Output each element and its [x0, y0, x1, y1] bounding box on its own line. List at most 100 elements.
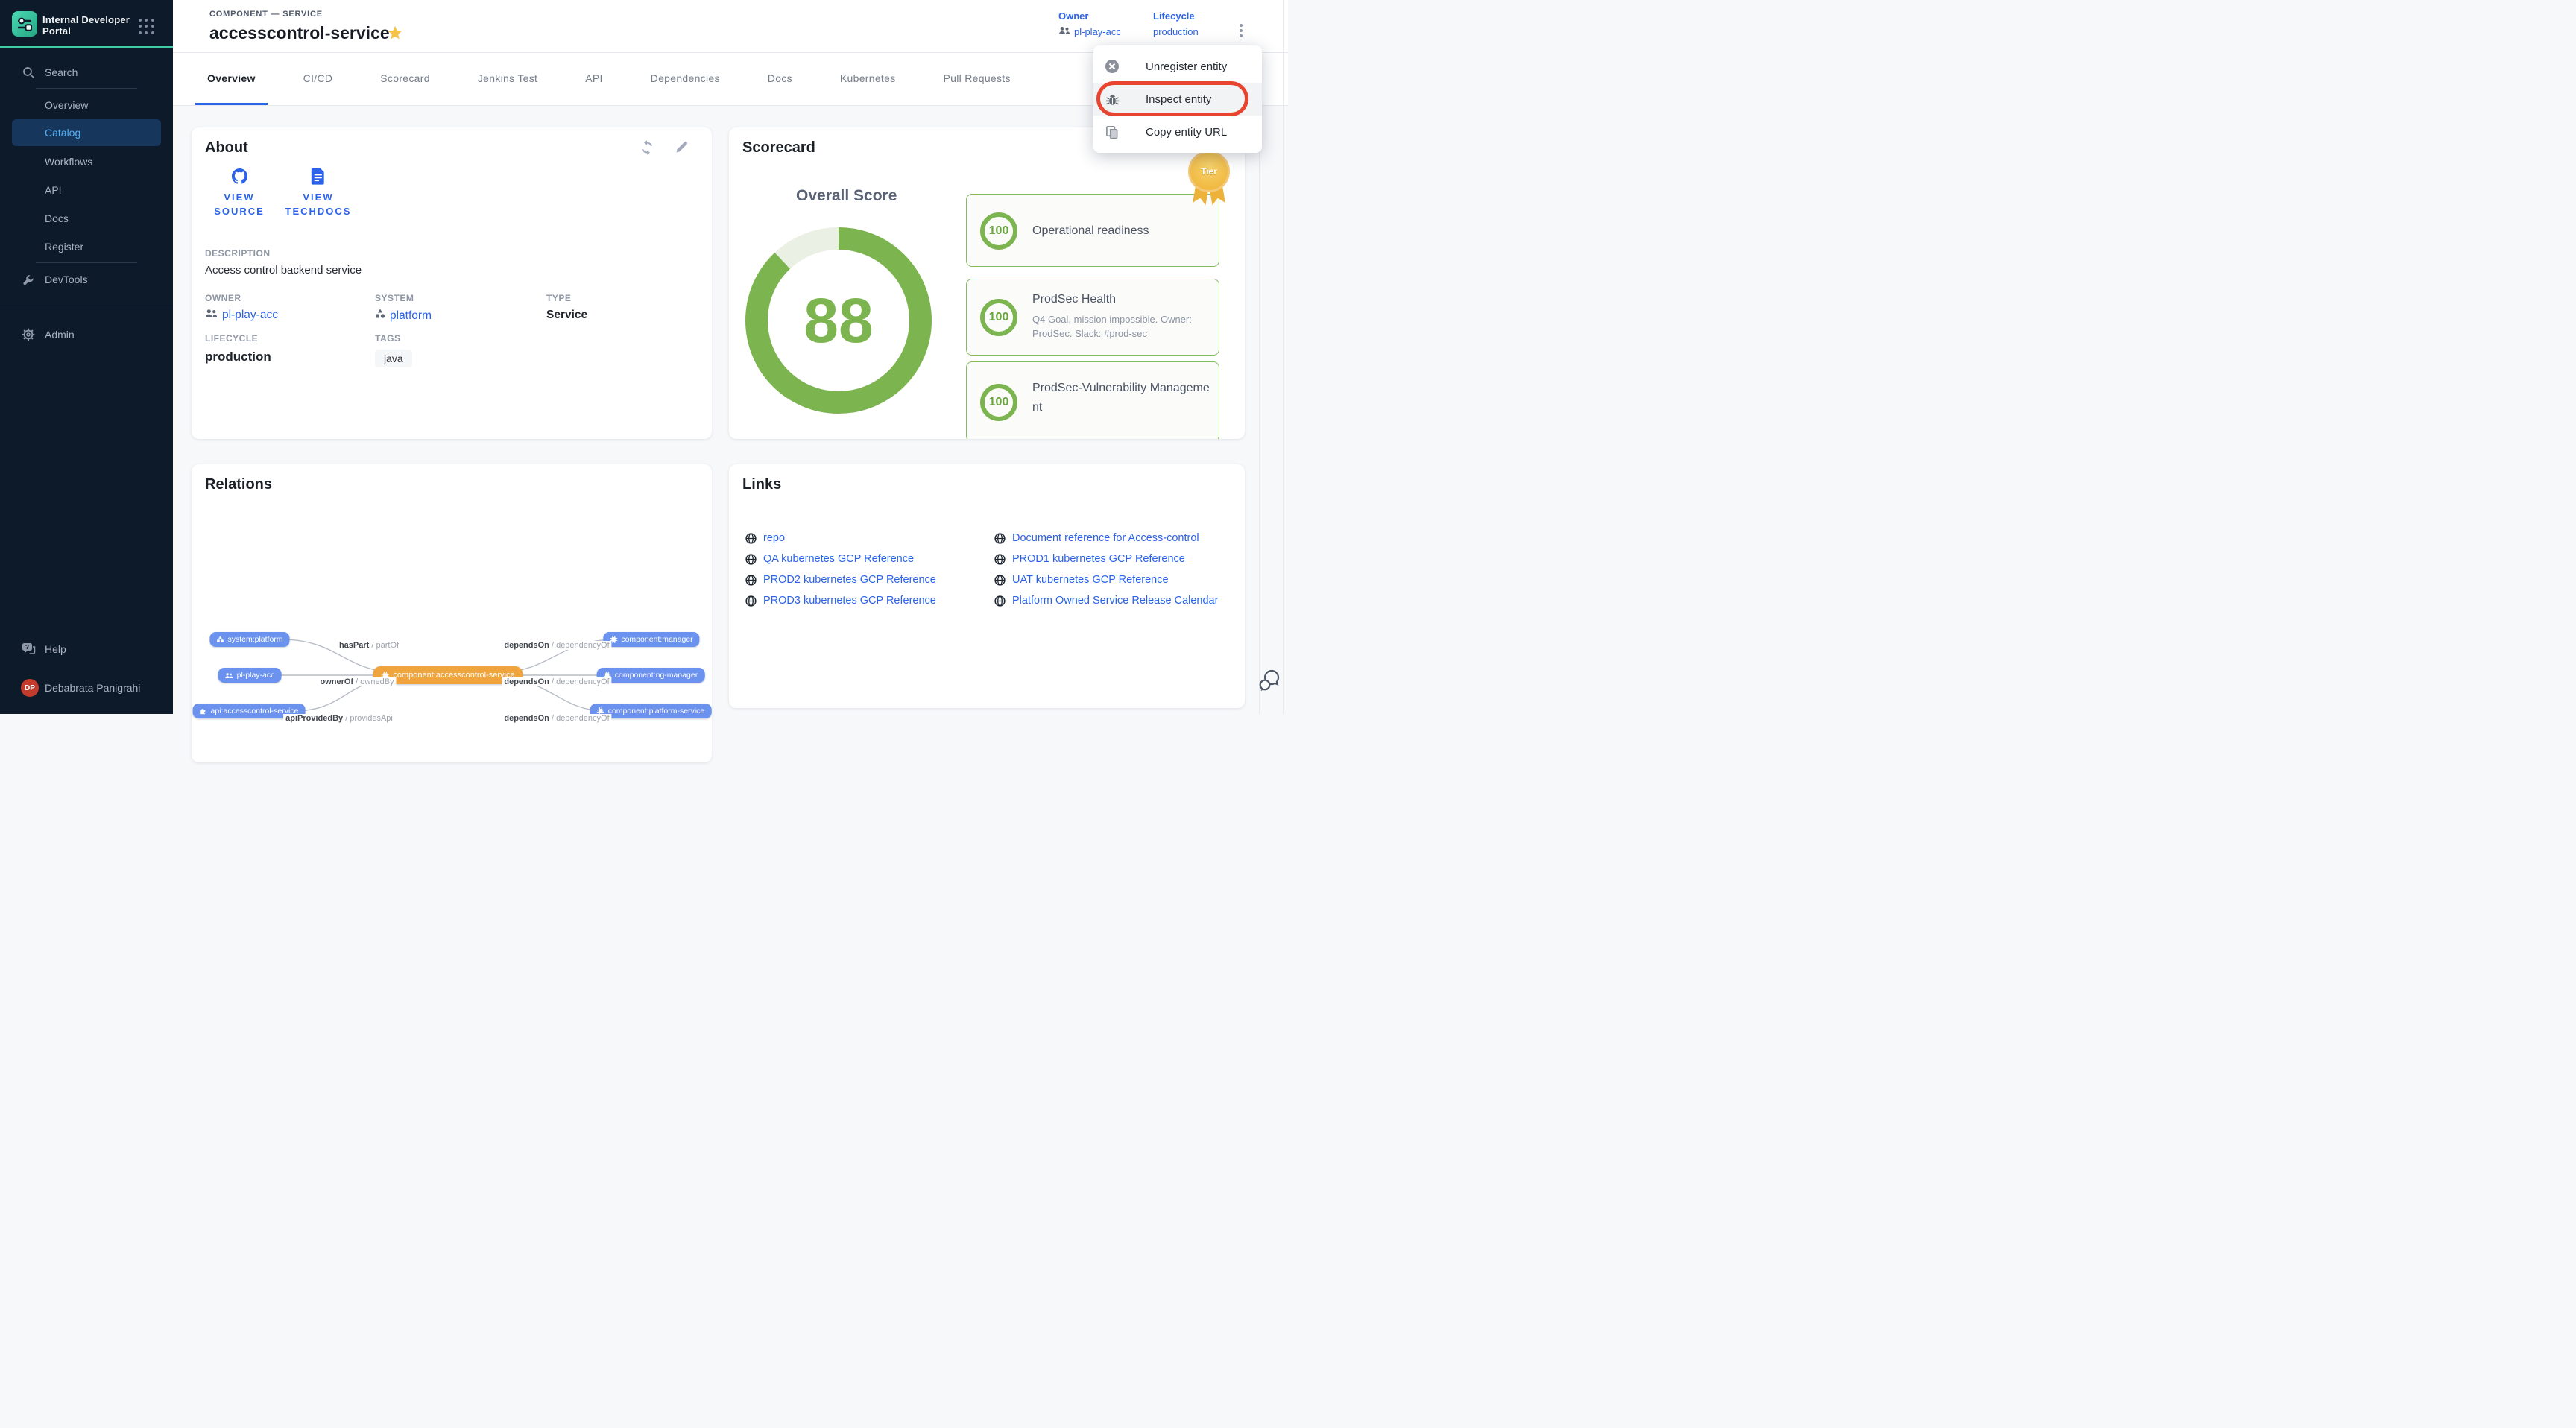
apps-grid-icon[interactable] [139, 19, 155, 35]
tab-cicd[interactable]: CI/CD [291, 53, 345, 105]
menu-item-copy-entity-url[interactable]: Copy entity URL [1093, 116, 1262, 148]
graph-node-component-ng-manager[interactable]: component:ng-manager [597, 668, 705, 683]
bug-icon [1105, 92, 1120, 107]
check-score-badge: 100 [980, 299, 1017, 336]
search-icon [21, 65, 36, 80]
scorecard-check-prodsec-health[interactable]: 100 ProdSec Health Q4 Goal, mission impo… [966, 279, 1219, 356]
refresh-icon[interactable] [639, 139, 655, 156]
sidebar-item-help[interactable]: ? Help [0, 638, 173, 660]
sidebar: Internal Developer Portal Search Overvie… [0, 0, 173, 714]
api-puzzle-icon [200, 707, 207, 715]
edge-label: dependsOn / dependencyOf [502, 714, 611, 723]
github-icon [231, 175, 248, 188]
owner-label: OWNER [205, 293, 242, 303]
group-icon [1058, 26, 1070, 37]
globe-icon [745, 595, 757, 607]
owner-value[interactable]: pl-play-acc [205, 309, 278, 322]
feedback-chat-icon[interactable] [1257, 668, 1282, 693]
sidebar-item-catalog[interactable]: Catalog [12, 119, 161, 146]
cancel-icon [1105, 59, 1120, 74]
link-prod1-kubernetes[interactable]: PROD1 kubernetes GCP Reference [994, 553, 1185, 565]
scorecard-card-title: Scorecard [742, 139, 815, 157]
group-icon [205, 309, 218, 322]
owner-meta: Owner pl-play-acc [1058, 10, 1121, 37]
menu-item-inspect-entity[interactable]: Inspect entity [1093, 83, 1262, 116]
link-prod2-kubernetes[interactable]: PROD2 kubernetes GCP Reference [745, 574, 936, 586]
lifecycle-meta: Lifecycle production [1153, 10, 1199, 37]
owner-link[interactable]: pl-play-acc [1074, 26, 1121, 37]
system-value[interactable]: platform [375, 309, 432, 323]
sidebar-user[interactable]: DP Debabrata Panigrahi [0, 677, 173, 699]
tab-dependencies[interactable]: Dependencies [639, 53, 732, 105]
link-document-reference[interactable]: Document reference for Access-control [994, 532, 1199, 544]
sidebar-item-search[interactable]: Search [0, 61, 173, 83]
sidebar-divider [36, 88, 137, 89]
tab-scorecard[interactable]: Scorecard [368, 53, 442, 105]
entity-more-menu-button[interactable] [1231, 19, 1251, 42]
edit-icon[interactable] [675, 139, 691, 156]
tab-pull-requests[interactable]: Pull Requests [932, 53, 1023, 105]
sidebar-item-workflows[interactable]: Workflows [0, 151, 173, 173]
relations-card: Relations system:platform pl-play-acc ap… [192, 464, 712, 762]
tab-kubernetes[interactable]: Kubernetes [828, 53, 908, 105]
help-chat-icon: ? [21, 642, 36, 657]
copy-icon [1105, 124, 1120, 139]
lifecycle-value: production [205, 350, 271, 364]
link-repo[interactable]: repo [745, 532, 785, 544]
about-card: About VIEW SOURCE VIEW TECHDOCS DESCRIPT… [192, 127, 712, 439]
entity-context-menu: Unregister entity Inspect entity Copy en… [1093, 45, 1262, 153]
tag-chip-java[interactable]: java [375, 350, 412, 367]
tab-jenkins-test[interactable]: Jenkins Test [466, 53, 549, 105]
system-category-icon [375, 309, 385, 323]
sidebar-item-register[interactable]: Register [0, 236, 173, 258]
links-card-title: Links [742, 476, 781, 493]
description-value: Access control backend service [205, 264, 362, 277]
sidebar-item-api[interactable]: API [0, 179, 173, 201]
entity-kind-breadcrumb: COMPONENT — SERVICE [209, 10, 323, 19]
group-icon [225, 672, 233, 679]
description-label: DESCRIPTION [205, 248, 271, 259]
sidebar-item-devtools[interactable]: DevTools [0, 268, 173, 291]
system-label: SYSTEM [375, 293, 414, 303]
scorecard-card: Scorecard Overall Score 88 100 Operation… [729, 127, 1245, 439]
overall-score-title: Overall Score [796, 187, 897, 205]
globe-icon [994, 554, 1006, 565]
favorite-star-icon[interactable] [387, 25, 403, 45]
gear-icon [21, 327, 36, 342]
graph-node-component-manager[interactable]: component:manager [603, 632, 699, 647]
link-prod3-kubernetes[interactable]: PROD3 kubernetes GCP Reference [745, 595, 936, 607]
app-logo-icon [12, 11, 37, 37]
tier-ribbon-badge: Tier [1188, 151, 1230, 204]
app-title: Internal Developer Portal [42, 14, 132, 37]
content-edge-divider [1259, 107, 1260, 714]
tab-api[interactable]: API [573, 53, 614, 105]
link-uat-kubernetes[interactable]: UAT kubernetes GCP Reference [994, 574, 1169, 586]
scorecard-check-operational-readiness[interactable]: 100 Operational readiness [966, 194, 1219, 267]
view-source-action[interactable]: VIEW SOURCE [206, 168, 273, 218]
sidebar-item-overview[interactable]: Overview [0, 94, 173, 116]
relations-graph[interactable]: system:platform pl-play-acc api:accessco… [192, 610, 712, 762]
sidebar-item-docs[interactable]: Docs [0, 207, 173, 230]
sidebar-item-admin[interactable]: Admin [0, 323, 173, 346]
docs-icon [311, 175, 326, 188]
view-techdocs-action[interactable]: VIEW TECHDOCS [274, 168, 363, 218]
check-score-badge: 100 [980, 212, 1017, 250]
wrench-icon [21, 272, 36, 287]
link-release-calendar[interactable]: Platform Owned Service Release Calendar [994, 595, 1218, 607]
tab-overview[interactable]: Overview [195, 53, 268, 105]
tags-label: TAGS [375, 333, 400, 344]
link-qa-kubernetes[interactable]: QA kubernetes GCP Reference [745, 553, 914, 565]
app-logo-block: Internal Developer Portal [0, 0, 173, 48]
svg-text:?: ? [25, 643, 28, 651]
globe-icon [745, 533, 757, 544]
graph-node-pl-play-acc[interactable]: pl-play-acc [218, 668, 282, 683]
tab-docs[interactable]: Docs [756, 53, 804, 105]
relations-card-title: Relations [205, 476, 272, 493]
globe-icon [994, 575, 1006, 586]
scrollbar-track[interactable] [1283, 0, 1284, 714]
globe-icon [994, 533, 1006, 544]
tier-badge-label: Tier [1188, 151, 1230, 192]
scorecard-check-prodsec-vulnerability[interactable]: 100 ProdSec-Vulnerability Management [966, 361, 1219, 439]
menu-item-unregister-entity[interactable]: Unregister entity [1093, 50, 1262, 83]
graph-node-system-platform[interactable]: system:platform [209, 632, 289, 647]
